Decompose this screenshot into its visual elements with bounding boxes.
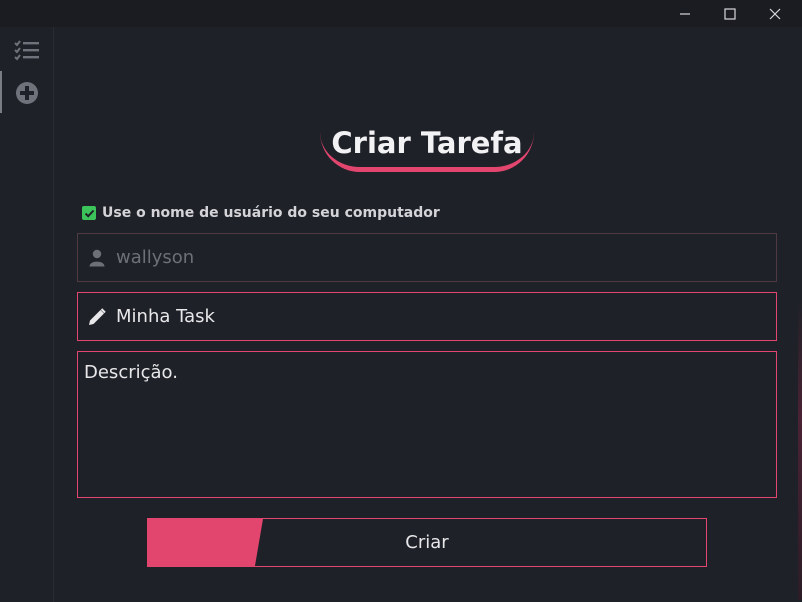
pencil-icon [78,293,116,340]
task-name-field[interactable] [77,292,777,341]
use-username-label: Use o nome de usuário do seu computador [102,205,440,221]
sidebar-item-add[interactable] [0,72,54,114]
page-title: Criar Tarefa [331,126,523,160]
checkmark-icon [84,209,94,218]
create-task-panel: Criar Tarefa Use o nome de usuário do se… [55,27,802,602]
use-username-option[interactable]: Use o nome de usuário do seu computador [82,203,440,223]
minimize-icon [680,12,690,15]
page-title-container: Criar Tarefa [320,123,534,173]
username-input[interactable] [116,234,776,281]
task-name-input[interactable] [116,293,776,340]
task-list-icon [14,40,39,61]
add-circle-icon [16,82,38,104]
title-bar [0,0,802,27]
close-icon [769,8,781,19]
description-input[interactable]: Descrição. [77,351,777,498]
minimize-button[interactable] [662,0,708,27]
maximize-button[interactable] [707,0,753,27]
maximize-icon [724,7,736,20]
close-button[interactable] [752,0,798,27]
create-button-label: Criar [405,532,449,553]
user-icon [78,234,116,281]
username-field[interactable] [77,233,777,282]
use-username-checkbox[interactable] [82,206,96,220]
sidebar [0,27,54,602]
sidebar-item-tasks[interactable] [0,29,54,71]
background-edge [798,300,802,600]
create-button[interactable]: Criar [147,518,707,567]
